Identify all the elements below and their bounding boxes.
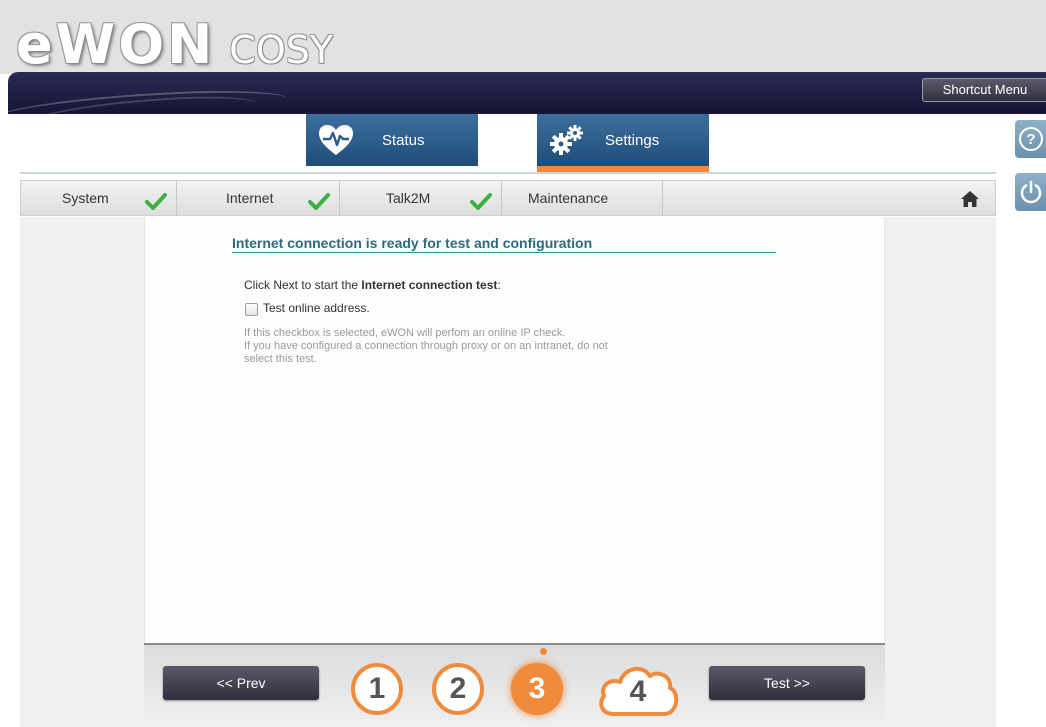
right-margin-area bbox=[885, 217, 996, 727]
home-icon[interactable] bbox=[960, 189, 980, 209]
help-button[interactable]: ? bbox=[1015, 120, 1046, 158]
step-system-label: System bbox=[62, 190, 109, 206]
page-title: Internet connection is ready for test an… bbox=[232, 235, 593, 251]
step-talk2m-label: Talk2M bbox=[386, 190, 431, 206]
left-margin-area bbox=[20, 217, 144, 727]
brand-name: eWON bbox=[16, 13, 216, 76]
gears-icon bbox=[545, 120, 589, 160]
checkmark-icon bbox=[470, 193, 492, 210]
tab-settings-label: Settings bbox=[605, 131, 660, 149]
help-line: If this checkbox is selected, eWON will … bbox=[244, 327, 566, 339]
tabs-divider bbox=[20, 172, 996, 174]
help-line: select this test. bbox=[244, 353, 317, 365]
instruction-prefix: Click Next to start the bbox=[244, 278, 362, 292]
instruction-text: Click Next to start the Internet connect… bbox=[244, 278, 501, 292]
heart-monitor-icon bbox=[314, 120, 358, 160]
wizard-step-4[interactable]: 4 bbox=[596, 660, 680, 718]
title-underline bbox=[232, 252, 776, 253]
prev-button[interactable]: << Prev bbox=[163, 666, 319, 700]
tab-status-label: Status bbox=[382, 131, 425, 149]
step-separator bbox=[339, 180, 340, 216]
step-separator bbox=[662, 180, 663, 216]
instruction-suffix: : bbox=[497, 278, 501, 292]
wizard-step-1[interactable]: 1 bbox=[351, 663, 403, 715]
svg-text:?: ? bbox=[1026, 131, 1035, 148]
instruction-bold: Internet connection test bbox=[361, 278, 498, 292]
top-nav-bar bbox=[8, 72, 1046, 114]
current-step-indicator bbox=[540, 648, 547, 655]
step-internet-label: Internet bbox=[226, 190, 274, 206]
product-name: COSY bbox=[229, 28, 334, 72]
checkmark-icon bbox=[308, 193, 330, 210]
step-separator bbox=[501, 180, 502, 216]
tab-status[interactable]: Status bbox=[306, 114, 478, 166]
brand-logo: eWON COSY bbox=[16, 12, 334, 76]
step-maintenance-label: Maintenance bbox=[528, 190, 609, 206]
help-text: If this checkbox is selected, eWON will … bbox=[244, 327, 714, 366]
step-separator bbox=[176, 180, 177, 216]
help-icon: ? bbox=[1018, 127, 1043, 151]
tab-settings[interactable]: Settings bbox=[537, 114, 709, 166]
wizard-step-3[interactable]: 3 bbox=[511, 663, 563, 715]
power-icon bbox=[1020, 180, 1041, 204]
power-button[interactable] bbox=[1015, 173, 1046, 211]
wizard-step-2[interactable]: 2 bbox=[432, 663, 484, 715]
test-button[interactable]: Test >> bbox=[709, 666, 865, 700]
test-online-address-checkbox[interactable] bbox=[245, 303, 258, 316]
shortcut-menu-button[interactable]: Shortcut Menu bbox=[922, 78, 1046, 102]
test-online-address-label[interactable]: Test online address. bbox=[263, 301, 370, 315]
checkmark-icon bbox=[145, 193, 167, 210]
help-line: If you have configured a connection thro… bbox=[244, 340, 608, 352]
